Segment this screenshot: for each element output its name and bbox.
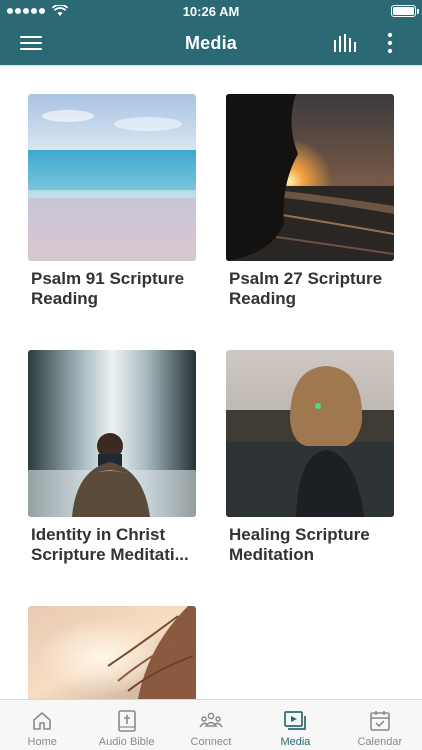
status-bar: 10:26 AM — [0, 0, 422, 22]
bible-icon — [117, 710, 136, 732]
media-title: Psalm 91 Scripture Reading — [31, 269, 185, 308]
tab-label: Home — [27, 736, 57, 748]
tab-label: Media — [280, 736, 311, 748]
tab-label: Calendar — [357, 736, 403, 748]
media-thumbnail — [226, 94, 394, 261]
media-title: Psalm 27 Scripture Reading — [229, 269, 383, 308]
tab-home[interactable]: Home — [0, 700, 84, 750]
tab-calendar[interactable]: Calendar — [338, 700, 422, 750]
media-card[interactable] — [28, 606, 196, 699]
more-options-button[interactable] — [378, 30, 402, 56]
tab-label: Connect — [190, 736, 232, 748]
more-vertical-icon — [387, 32, 393, 54]
media-card[interactable]: Identity in Christ Scripture Meditati... — [28, 350, 196, 565]
battery-icon — [391, 5, 416, 17]
app-bar: Media — [0, 22, 422, 65]
calendar-icon — [370, 711, 390, 731]
media-thumbnail — [226, 350, 394, 517]
group-icon — [199, 712, 223, 728]
media-card[interactable]: Psalm 27 Scripture Reading — [226, 94, 394, 309]
media-title: Identity in Christ Scripture Meditati... — [31, 525, 189, 564]
tab-media[interactable]: Media — [253, 700, 337, 750]
tab-connect[interactable]: Connect — [169, 700, 253, 750]
media-thumbnail — [28, 606, 196, 699]
media-card[interactable]: Healing Scripture Meditation — [226, 350, 394, 565]
tab-bar: Home Audio Bible Connect Media Calendar — [0, 699, 422, 750]
media-title: Healing Scripture Meditation — [229, 525, 370, 564]
tab-audio-bible[interactable]: Audio Bible — [84, 700, 168, 750]
media-thumbnail — [28, 94, 196, 261]
media-icon — [284, 711, 307, 730]
tab-label: Audio Bible — [98, 736, 155, 748]
equalizer-icon — [334, 34, 356, 52]
status-time: 10:26 AM — [182, 4, 240, 19]
media-thumbnail — [28, 350, 196, 517]
audio-player-button[interactable] — [331, 31, 359, 55]
home-icon — [33, 712, 52, 730]
media-card[interactable]: Psalm 91 Scripture Reading — [28, 94, 196, 309]
